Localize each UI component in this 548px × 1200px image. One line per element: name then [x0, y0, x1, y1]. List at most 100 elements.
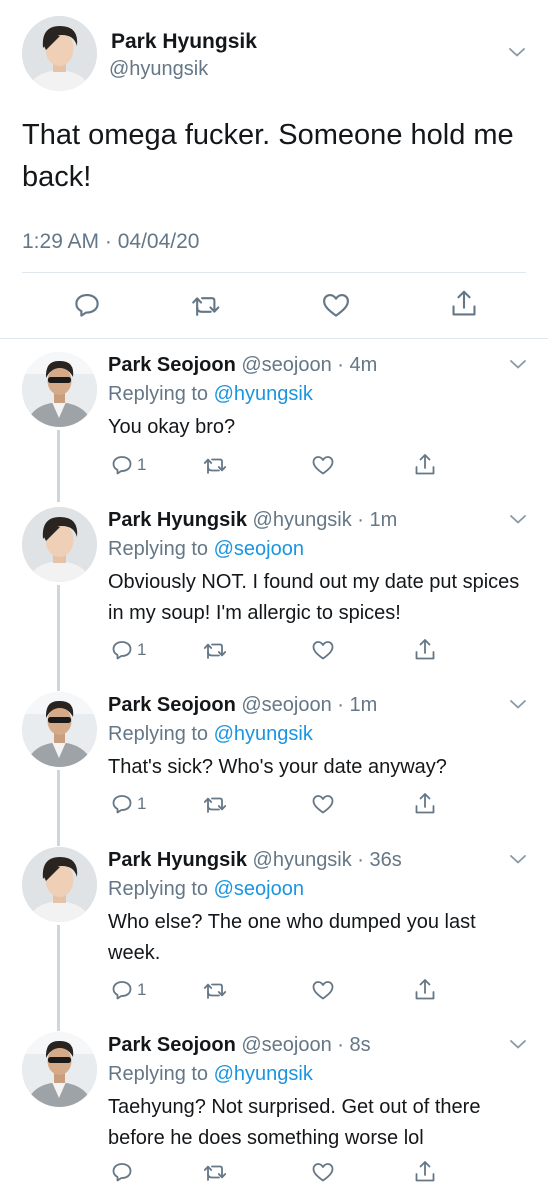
- retweet-button[interactable]: [203, 978, 229, 1002]
- share-button[interactable]: [449, 288, 479, 320]
- like-button[interactable]: [311, 638, 335, 662]
- retweet-icon: [203, 983, 227, 999]
- like-button[interactable]: [311, 453, 335, 477]
- reply-header: Park Seojoon @seojoon · 8s: [108, 1034, 371, 1057]
- heart-icon: [312, 981, 334, 1000]
- heart-icon: [312, 1163, 334, 1182]
- reply-button[interactable]: [72, 290, 102, 320]
- replying-to: Replying to @hyungsik: [108, 383, 313, 406]
- author-handle-time[interactable]: @hyungsik · 36s: [253, 849, 402, 871]
- avatar-seojoon-image: [22, 1032, 97, 1107]
- reply-header: Park Hyungsik @hyungsik · 1m: [108, 509, 397, 532]
- avatar[interactable]: [22, 1032, 97, 1107]
- reply-icon: [112, 456, 132, 475]
- replying-to: Replying to @seojoon: [108, 878, 304, 901]
- replying-to-mention[interactable]: @hyungsik: [214, 383, 313, 405]
- reply-button[interactable]: 1: [110, 638, 146, 662]
- author-name[interactable]: Park Seojoon: [108, 1034, 236, 1056]
- chevron-down-icon[interactable]: [509, 513, 527, 525]
- chevron-down-icon[interactable]: [509, 853, 527, 865]
- reply-button[interactable]: 1: [110, 978, 146, 1002]
- share-button[interactable]: [413, 791, 437, 817]
- reply-button[interactable]: 1: [110, 792, 146, 816]
- avatar[interactable]: [22, 352, 97, 427]
- reply-text: Obviously NOT. I found out my date put s…: [108, 571, 520, 624]
- share-button[interactable]: [413, 1159, 437, 1185]
- reply-header: Park Seojoon @seojoon · 1m: [108, 694, 377, 717]
- reply-button[interactable]: 1: [110, 453, 146, 477]
- avatar[interactable]: [22, 847, 97, 922]
- author-name[interactable]: Park Hyungsik: [111, 30, 257, 54]
- author-handle-time[interactable]: @seojoon · 1m: [241, 694, 377, 716]
- replying-to-mention[interactable]: @seojoon: [214, 878, 304, 900]
- reply-count: 1: [137, 980, 147, 999]
- retweet-icon: [203, 458, 227, 474]
- author-name[interactable]: Park Seojoon: [108, 354, 236, 376]
- divider: [22, 272, 526, 273]
- reply-tweet[interactable]: Park Hyungsik @hyungsik · 1m Replying to…: [0, 507, 548, 677]
- avatar[interactable]: [22, 507, 97, 582]
- avatar-seojoon-image: [22, 352, 97, 427]
- replying-to: Replying to @seojoon: [108, 538, 304, 561]
- share-button[interactable]: [413, 977, 437, 1003]
- author-handle-time[interactable]: @seojoon · 4m: [241, 354, 377, 376]
- chevron-down-icon[interactable]: [509, 1038, 527, 1050]
- reply-tweet[interactable]: Park Hyungsik @hyungsik · 36s Replying t…: [0, 847, 548, 1017]
- retweet-icon: [192, 297, 220, 316]
- share-icon: [452, 290, 476, 316]
- replying-to-label: Replying to: [108, 538, 209, 560]
- author-name[interactable]: Park Hyungsik: [108, 509, 247, 531]
- tweet-thread-page: Park Hyungsik @hyungsik That omega fucke…: [0, 0, 548, 1200]
- reply-count: 1: [137, 640, 147, 659]
- share-icon: [415, 454, 435, 475]
- author-name[interactable]: Park Hyungsik: [108, 849, 247, 871]
- avatar-hyungsik-image: [22, 16, 97, 91]
- reply-tweet[interactable]: Park Seojoon @seojoon · 1m Replying to @…: [0, 692, 548, 832]
- tweet-text: That omega fucker. Someone hold me back!: [22, 119, 514, 193]
- reply-text: You okay bro?: [108, 416, 236, 438]
- share-icon: [415, 1161, 435, 1182]
- reply-icon: [75, 293, 99, 317]
- replying-to-label: Replying to: [108, 878, 209, 900]
- retweet-button[interactable]: [203, 792, 229, 816]
- like-button[interactable]: [311, 792, 335, 816]
- reply-tweet[interactable]: Park Seojoon @seojoon · 8s Replying to @…: [0, 1032, 548, 1200]
- chevron-down-icon[interactable]: [509, 358, 527, 370]
- like-button[interactable]: [311, 1160, 335, 1184]
- like-button[interactable]: [321, 290, 351, 320]
- replying-to-mention[interactable]: @seojoon: [214, 538, 304, 560]
- chevron-down-icon[interactable]: [508, 46, 526, 58]
- replying-to: Replying to @hyungsik: [108, 1063, 313, 1086]
- retweet-button[interactable]: [203, 453, 229, 477]
- chevron-down-icon[interactable]: [509, 698, 527, 710]
- reply-icon: [112, 795, 132, 814]
- replying-to-mention[interactable]: @hyungsik: [214, 723, 313, 745]
- retweet-button[interactable]: [203, 638, 229, 662]
- replying-to-label: Replying to: [108, 723, 209, 745]
- avatar[interactable]: [22, 16, 97, 91]
- author-handle-time[interactable]: @hyungsik · 1m: [253, 509, 398, 531]
- avatar-seojoon-image: [22, 692, 97, 767]
- retweet-button[interactable]: [203, 1160, 229, 1184]
- reply-button[interactable]: [110, 1160, 137, 1184]
- reply-icon: [112, 981, 132, 1000]
- author-handle-time[interactable]: @seojoon · 8s: [241, 1034, 370, 1056]
- replying-to: Replying to @hyungsik: [108, 723, 313, 746]
- reply-text: Taehyung? Not surprised. Get out of ther…: [108, 1096, 481, 1149]
- avatar[interactable]: [22, 692, 97, 767]
- replying-to-mention[interactable]: @hyungsik: [214, 1063, 313, 1085]
- reply-icon: [112, 641, 132, 660]
- divider: [0, 338, 548, 339]
- author-handle[interactable]: @hyungsik: [109, 58, 208, 81]
- share-button[interactable]: [413, 637, 437, 663]
- retweet-icon: [203, 643, 227, 659]
- heart-icon: [312, 795, 334, 814]
- like-button[interactable]: [311, 978, 335, 1002]
- author-name[interactable]: Park Seojoon: [108, 694, 236, 716]
- reply-tweet[interactable]: Park Seojoon @seojoon · 4m Replying to @…: [0, 352, 548, 492]
- avatar-hyungsik-image: [22, 847, 97, 922]
- share-button[interactable]: [413, 452, 437, 478]
- retweet-button[interactable]: [191, 290, 223, 320]
- heart-icon: [312, 641, 334, 660]
- share-icon: [415, 793, 435, 814]
